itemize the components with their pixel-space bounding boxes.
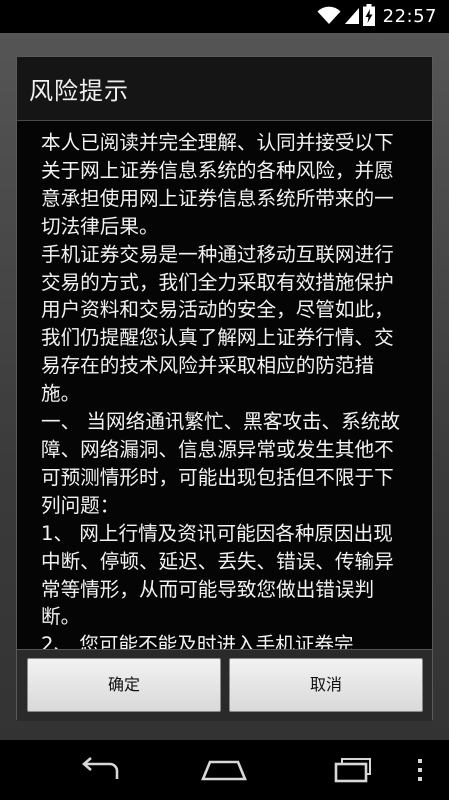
- screen: 22:57 风险提示 本人已阅读并完全理解、认同并接受以下关于网上证券信息系统的…: [0, 0, 449, 800]
- confirm-button[interactable]: 确定: [27, 658, 221, 712]
- dialog-footer: 确定 取消: [17, 649, 432, 721]
- signal-icon: [344, 5, 359, 29]
- dialog-body-scroll[interactable]: 本人已阅读并完全理解、认同并接受以下关于网上证券信息系统的各种风险，并愿意承担使…: [17, 121, 432, 649]
- menu-icon[interactable]: [408, 754, 432, 786]
- recent-apps-icon[interactable]: [326, 754, 374, 786]
- risk-warning-dialog: 风险提示 本人已阅读并完全理解、认同并接受以下关于网上证券信息系统的各种风险，并…: [16, 56, 433, 721]
- dialog-header: 风险提示: [17, 57, 432, 121]
- status-icons: 22:57: [317, 3, 437, 30]
- cancel-button[interactable]: 取消: [229, 658, 423, 712]
- back-icon[interactable]: [75, 754, 123, 786]
- battery-charging-icon: [362, 3, 375, 30]
- dialog-message: 本人已阅读并完全理解、认同并接受以下关于网上证券信息系统的各种风险，并愿意承担使…: [41, 131, 400, 649]
- navigation-bar: [0, 740, 449, 800]
- wifi-icon: [317, 5, 341, 29]
- status-bar: 22:57: [0, 0, 449, 33]
- status-time: 22:57: [382, 6, 437, 27]
- home-icon[interactable]: [200, 754, 248, 786]
- dialog-title: 风险提示: [29, 77, 129, 105]
